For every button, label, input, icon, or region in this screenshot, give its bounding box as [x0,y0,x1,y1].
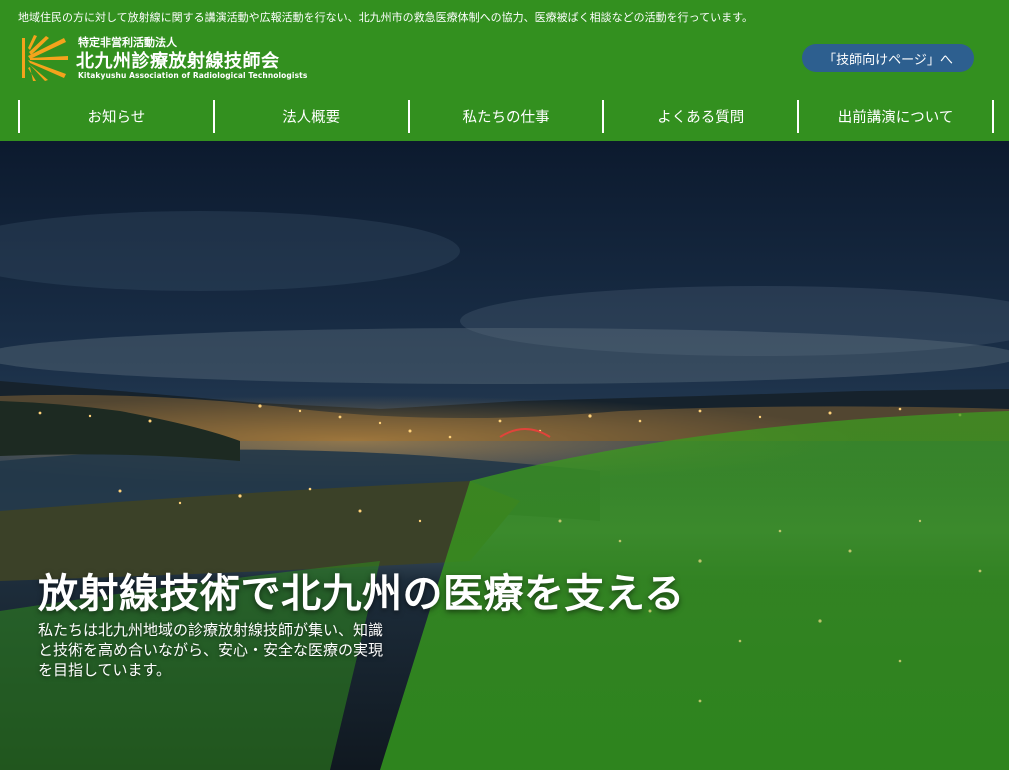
page: 地域住民の方に対して放射線に関する講演活動や広報活動を行ない、北九州市の救急医療… [0,0,1009,770]
professional-page-button[interactable]: 「技師向けページ」へ [802,44,974,72]
radiation-burst-logo-icon [22,35,68,81]
hero-description-line: を目指しています。 [38,661,172,679]
site-header: 地域住民の方に対して放射線に関する講演活動や広報活動を行ない、北九州市の救急医療… [0,0,1009,141]
nav-item-faq[interactable]: よくある質問 [602,100,797,133]
hero-description-line: 私たちは北九州地域の診療放射線技師が集い、知識 [38,621,384,639]
hero-title: 放射線技術で北九州の医療を支える [38,571,685,617]
hero-section: 放射線技術で北九州の医療を支える 私たちは北九州地域の診療放射線技師が集い、知識… [0,141,1009,770]
site-logo[interactable]: 特定非営利活動法人 北九州診療放射線技師会 Kitakyushu Associa… [20,34,307,84]
logo-name: 北九州診療放射線技師会 [76,51,280,72]
nav-item-lecture[interactable]: 出前講演について [797,100,994,133]
header-tagline: 地域住民の方に対して放射線に関する講演活動や広報活動を行ない、北九州市の救急医療… [18,11,754,24]
logo-english-name: Kitakyushu Association of Radiological T… [78,71,308,80]
hero-description-line: と技術を高め合いながら、安心・安全な医療の実現 [38,641,384,659]
nav-item-our-work[interactable]: 私たちの仕事 [407,100,603,133]
hero-description: 私たちは北九州地域の診療放射線技師が集い、知識 と技術を高め合いながら、安心・安… [38,620,478,680]
nav-item-news[interactable]: お知らせ [18,100,213,133]
main-nav: お知らせ 法人概要 私たちの仕事 よくある質問 出前講演について [18,100,994,133]
nav-item-about[interactable]: 法人概要 [212,100,408,133]
